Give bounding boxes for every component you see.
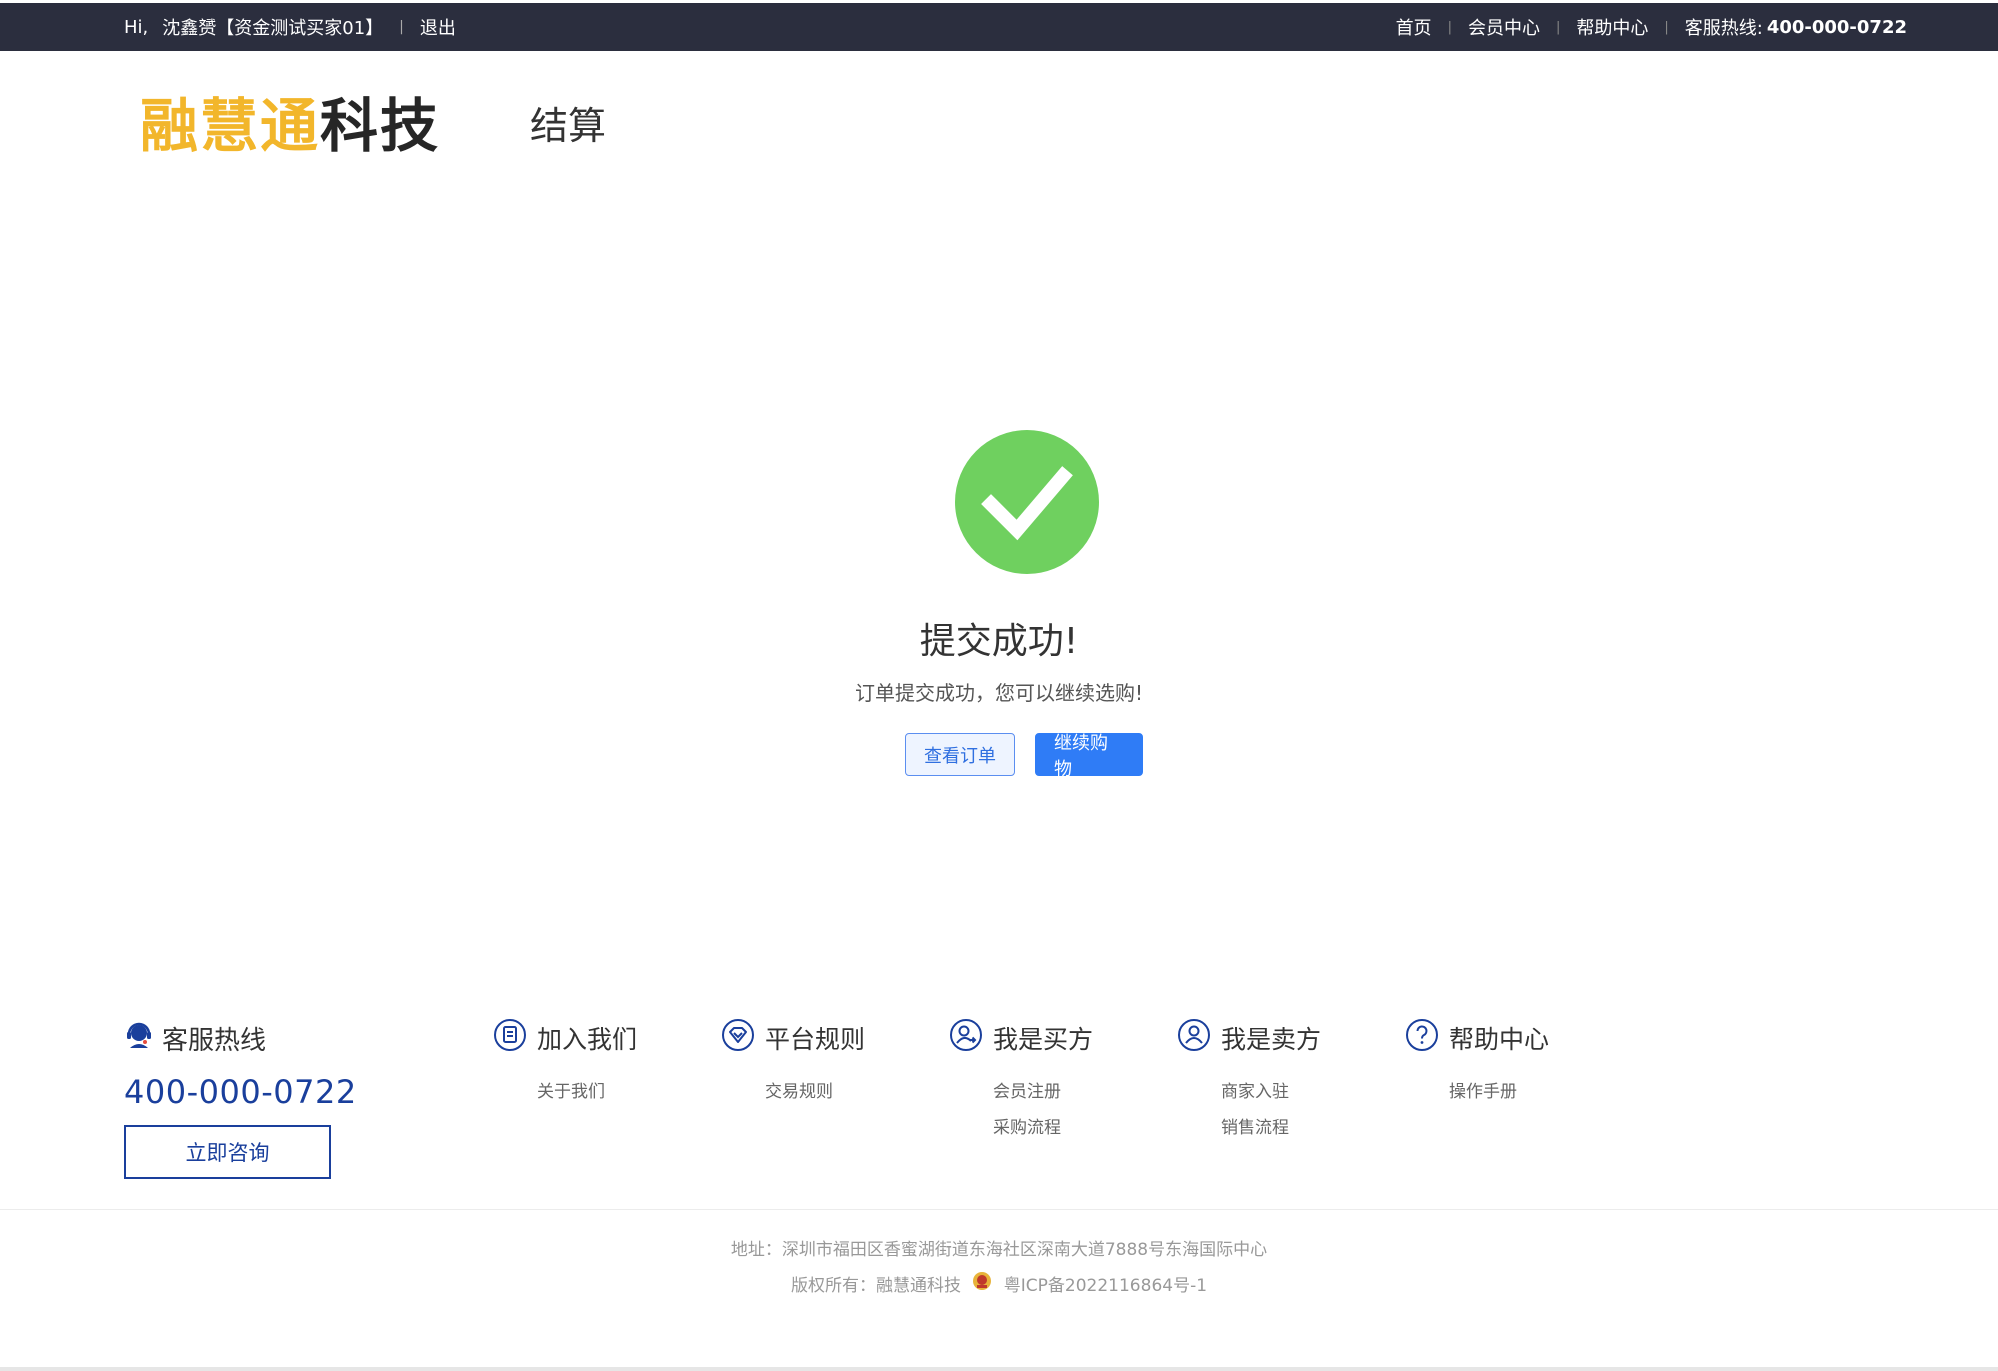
link-trading-rules[interactable]: 交易规则 (765, 1074, 865, 1110)
nav-help-center[interactable]: 帮助中心 (1576, 14, 1648, 40)
divider: | (399, 19, 404, 35)
page: Hi, 沈鑫赟【资金测试买家01】 | 退出 首页 | 会员中心 | 帮助中心 … (0, 0, 1998, 1371)
logo-gold-text: 融慧通 (140, 92, 321, 160)
footer-col-title: 平台规则 (765, 1025, 866, 1054)
nav-home[interactable]: 首页 (1396, 14, 1432, 40)
page-title: 结算 (530, 104, 607, 148)
greeting-text: Hi, (124, 16, 149, 38)
link-merchant-join[interactable]: 商家入驻 (1221, 1074, 1321, 1110)
header: 融慧通科技 结算 (0, 51, 1998, 181)
top-nav: 首页 | 会员中心 | 帮助中心 | 客服热线: 400-000-0722 (1396, 3, 1907, 51)
view-order-button[interactable]: 查看订单 (905, 733, 1015, 776)
hotline-number: 400-000-0722 (1766, 16, 1907, 38)
success-title: 提交成功! (919, 621, 1079, 662)
logout-link[interactable]: 退出 (420, 14, 456, 40)
link-user-manual[interactable]: 操作手册 (1449, 1074, 1549, 1110)
hotline-label: 客服热线: (1684, 18, 1763, 39)
footer-col-title: 加入我们 (537, 1025, 638, 1054)
customer-service-block: 客服热线 400-000-0722 立即咨询 (124, 1020, 357, 1179)
divider: | (1447, 19, 1452, 35)
footer-col-title: 帮助中心 (1449, 1025, 1550, 1054)
consult-button[interactable]: 立即咨询 (124, 1125, 331, 1179)
footer-col-join: 加入我们 关于我们 (493, 1018, 637, 1110)
bottom-border (0, 1367, 1998, 1371)
link-sales-process[interactable]: 销售流程 (1221, 1110, 1321, 1146)
footer-col-title: 我是买方 (993, 1025, 1094, 1054)
footer-col-seller: 我是卖方 商家入驻 销售流程 (1177, 1018, 1321, 1146)
link-about-us[interactable]: 关于我们 (537, 1074, 637, 1110)
link-member-register[interactable]: 会员注册 (993, 1074, 1093, 1110)
divider: | (1555, 19, 1561, 35)
copyright-line: 版权所有：融慧通科技 粤ICP备2022116864号-1 (0, 1268, 1998, 1304)
copyright-text: 版权所有：融慧通科技 (790, 1276, 961, 1296)
nav-member-center[interactable]: 会员中心 (1468, 14, 1540, 40)
footer-col-rules: 平台规则 交易规则 (721, 1018, 865, 1110)
user-greeting: Hi, 沈鑫赟【资金测试买家01】 | 退出 (124, 3, 456, 51)
company-address: 地址：深圳市福田区香蜜湖街道东海社区深南大道7888号东海国际中心 (730, 1240, 1268, 1260)
link-purchase-process[interactable]: 采购流程 (993, 1110, 1093, 1146)
top-bar: Hi, 沈鑫赟【资金测试买家01】 | 退出 首页 | 会员中心 | 帮助中心 … (0, 3, 1998, 51)
user-arrow-icon (949, 1018, 993, 1058)
continue-shopping-button[interactable]: 继续购物 (1035, 733, 1143, 780)
logo-dark-text: 科技 (320, 92, 441, 160)
service-phone: 400-000-0722 (124, 1073, 357, 1111)
footer-col-title: 我是卖方 (1221, 1025, 1322, 1054)
footer: 客服热线 400-000-0722 立即咨询 加入我们 关于我们 平台规则 交易… (0, 1010, 1998, 1210)
customer-service-title: 客服热线 (124, 1020, 357, 1057)
footer-col-help: 帮助中心 操作手册 (1405, 1018, 1549, 1110)
user-icon (1177, 1018, 1221, 1058)
police-badge-icon (972, 1268, 992, 1304)
question-icon (1405, 1018, 1449, 1058)
icp-link[interactable]: 粤ICP备2022116864号-1 (1004, 1276, 1207, 1296)
diamond-icon (721, 1018, 765, 1058)
logo[interactable]: 融慧通科技 (140, 91, 440, 161)
footer-divider (0, 1209, 1998, 1210)
footer-col-buyer: 我是买方 会员注册 采购流程 (949, 1018, 1093, 1146)
check-circle-icon (955, 430, 1099, 574)
customer-service-label: 客服热线 (162, 1026, 267, 1056)
username: 沈鑫赟【资金测试买家01】 (162, 18, 384, 39)
headset-icon (124, 1020, 162, 1057)
success-subtitle: 订单提交成功，您可以继续选购! (854, 681, 1144, 705)
document-icon (493, 1018, 537, 1058)
divider: | (1664, 19, 1669, 35)
footer-bottom: 地址：深圳市福田区香蜜湖街道东海社区深南大道7888号东海国际中心 版权所有：融… (0, 1232, 1998, 1304)
action-buttons: 查看订单 继续购物 (905, 733, 1143, 780)
